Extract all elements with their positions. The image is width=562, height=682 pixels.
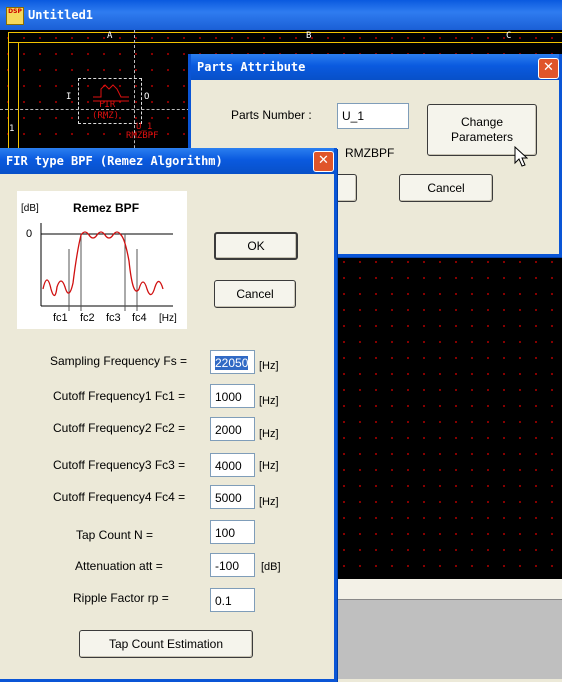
- part-name: FIR: [99, 100, 116, 110]
- ruler-col-c: C: [506, 31, 512, 41]
- ripple-factor-label: Ripple Factor rp =: [73, 591, 169, 605]
- ruler-col-a: A: [107, 31, 113, 41]
- fir-dialog-title: FIR type BPF (Remez Algorithm): [6, 154, 223, 168]
- part-type-label: RMZBPF: [126, 131, 159, 141]
- parts-number-label: Parts Number :: [231, 108, 312, 122]
- cutoff1-unit: [Hz]: [259, 395, 279, 407]
- change-parameters-line2: Parameters: [450, 130, 514, 144]
- parts-number-input[interactable]: U_1: [337, 103, 409, 129]
- cancel-button[interactable]: Cancel: [399, 174, 493, 202]
- tap-count-estimation-button[interactable]: Tap Count Estimation: [79, 630, 253, 658]
- graph-x-label-fc2: fc2: [80, 312, 95, 324]
- graph-x-label-fc4: fc4: [132, 312, 147, 324]
- attenuation-unit: [dB]: [261, 561, 281, 573]
- bpf-response-curve: [40, 223, 173, 311]
- part-pin-out: O: [144, 92, 150, 102]
- graph-x-label-fc3: fc3: [106, 312, 121, 324]
- cutoff4-label: Cutoff Frequency4 Fc4 =: [53, 490, 186, 504]
- cutoff2-unit: [Hz]: [259, 428, 279, 440]
- attenuation-input[interactable]: -100: [210, 553, 255, 577]
- graph-x-label-fc1: fc1: [53, 312, 68, 324]
- sampling-frequency-input[interactable]: 22050: [210, 350, 255, 374]
- graph-x-unit: [Hz]: [159, 313, 177, 324]
- sampling-frequency-unit: [Hz]: [259, 360, 279, 372]
- part-pin-in: I: [66, 92, 72, 102]
- cutoff2-label: Cutoff Frequency2 Fc2 =: [53, 421, 186, 435]
- cancel-button[interactable]: Cancel: [214, 280, 296, 308]
- fir-part-symbol[interactable]: FIR (RMZ): [78, 78, 142, 124]
- parts-attribute-titlebar[interactable]: Parts Attribute ✕: [191, 54, 559, 80]
- tap-count-input[interactable]: 100: [210, 520, 255, 544]
- part-subname: (RMZ): [92, 111, 120, 121]
- response-graph: [dB] Remez BPF 0 fc1 fc2 fc3 fc4 [Hz]: [17, 191, 187, 329]
- fir-dialog-titlebar[interactable]: FIR type BPF (Remez Algorithm) ✕: [0, 148, 334, 174]
- fir-bpf-dialog: FIR type BPF (Remez Algorithm) ✕ [dB] Re…: [0, 148, 337, 682]
- attenuation-label: Attenuation att =: [75, 559, 163, 573]
- sampling-frequency-value: 22050: [215, 356, 249, 370]
- cutoff3-input[interactable]: 4000: [210, 453, 255, 477]
- ripple-factor-input[interactable]: 0.1: [210, 588, 255, 612]
- tap-count-label: Tap Count N =: [76, 528, 154, 542]
- parts-attribute-title: Parts Attribute: [197, 60, 306, 74]
- mouse-pointer-icon: [514, 146, 528, 167]
- ruler-row-1: 1: [9, 124, 15, 134]
- ok-button[interactable]: OK: [214, 232, 298, 260]
- cutoff1-label: Cutoff Frequency1 Fc1 =: [53, 389, 186, 403]
- main-window-titlebar[interactable]: DSP Untitled1: [0, 0, 562, 30]
- cutoff2-input[interactable]: 2000: [210, 417, 255, 441]
- cutoff4-input[interactable]: 5000: [210, 485, 255, 509]
- cutoff4-unit: [Hz]: [259, 496, 279, 508]
- change-parameters-line1: Change: [460, 115, 504, 129]
- part-type-text: RMZBPF: [345, 146, 395, 160]
- cutoff1-input[interactable]: 1000: [210, 384, 255, 408]
- sampling-frequency-label: Sampling Frequency Fs =: [50, 354, 188, 368]
- column-ruler: A B C: [9, 31, 562, 43]
- cutoff3-label: Cutoff Frequency3 Fc3 =: [53, 458, 186, 472]
- close-icon[interactable]: ✕: [313, 151, 334, 172]
- cutoff3-unit: [Hz]: [259, 460, 279, 472]
- main-window-title: Untitled1: [28, 8, 94, 22]
- ruler-col-b: B: [306, 31, 312, 41]
- close-icon[interactable]: ✕: [538, 58, 559, 79]
- app-icon: DSP: [6, 7, 24, 25]
- status-area: [337, 579, 562, 679]
